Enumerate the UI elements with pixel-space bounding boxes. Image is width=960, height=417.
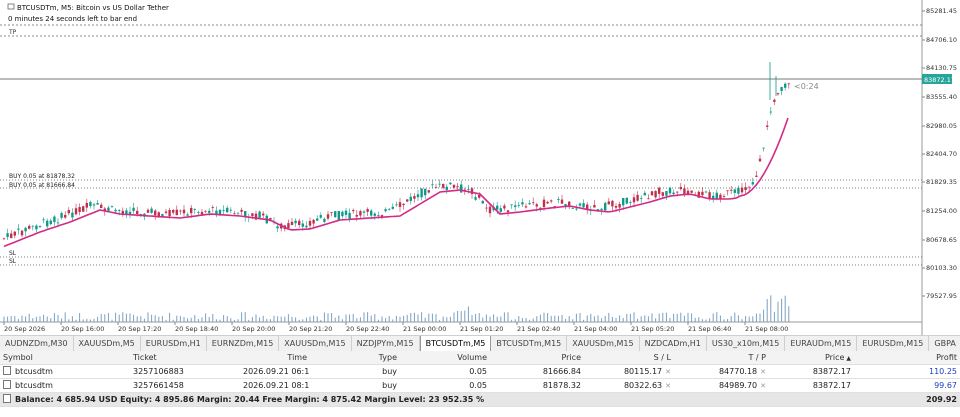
cell-type: buy — [382, 381, 397, 390]
y-tick-label: 82404.70 — [926, 150, 957, 158]
x-tick-label: 20 Sep 17:20 — [118, 325, 161, 333]
x-tick-label: 20 Sep 21:20 — [289, 325, 332, 333]
tab-btcusdtm-m15[interactable]: BTCUSDTm,M15 — [491, 336, 568, 351]
buy-line-1-label: BUY 0.05 at 81878.32 — [9, 173, 75, 180]
position-icon — [3, 380, 11, 389]
y-tick-label: 83555.40 — [926, 93, 957, 101]
tab-nzdcadm-h1[interactable]: NZDCADm,H1 — [640, 336, 707, 351]
bar-countdown: 0 minutes 24 seconds left to bar end — [8, 15, 137, 23]
tab-xauusdm-m15[interactable]: XAUUSDm,M15 — [567, 336, 640, 351]
cell-time: 2026.09.21 06:15:00 — [243, 367, 310, 376]
tab-audnzdm-m30[interactable]: AUDNZDm,M30 — [0, 336, 74, 351]
tab-btcusdtm-m5[interactable]: BTCUSDTm,M5 — [419, 336, 492, 351]
cell-sl: 80322.63 ✕ — [623, 381, 671, 390]
y-tick-label: 80103.30 — [926, 264, 957, 272]
y-tick-label: 82980.05 — [926, 122, 957, 130]
cell-volume: 0.05 — [469, 367, 487, 376]
tab-xauusdm-m15[interactable]: XAUUSDm,M15 — [279, 336, 352, 351]
col-symbol[interactable]: Symbol — [0, 351, 130, 364]
y-tick-label: 80678.65 — [926, 236, 957, 244]
cell-symbol: btcusdtm — [0, 365, 130, 378]
col-tp[interactable]: T / P — [674, 351, 769, 364]
tp-label: TP — [8, 29, 17, 36]
cell-cur-price: 83872.17 — [812, 367, 851, 376]
x-tick-label: 20 Sep 16:00 — [61, 325, 104, 333]
x-tick-label: 21 Sep 08:00 — [745, 325, 788, 333]
col-ticket[interactable]: Ticket — [130, 351, 240, 364]
tab-eurnzdm-m15[interactable]: EURNZDm,M15 — [207, 336, 280, 351]
cell-sl: 80115.17 ✕ — [623, 367, 671, 376]
remove-tp-icon[interactable]: ✕ — [760, 382, 766, 390]
y-tick-label: 81254.00 — [926, 207, 957, 215]
y-tick-label: 79527.95 — [926, 292, 957, 300]
cell-ticket: 3257661458 — [133, 381, 184, 390]
cell-profit: 110.25 — [929, 367, 957, 376]
positions-table: Symbol Ticket Time Type Volume Price S /… — [0, 351, 960, 417]
table-header: Symbol Ticket Time Type Volume Price S /… — [0, 351, 960, 365]
x-tick-label: 21 Sep 01:20 — [460, 325, 503, 333]
price-timer: <0:24 — [794, 82, 819, 91]
cell-ticket: 3257106883 — [133, 367, 184, 376]
tab-eurusdm-h1[interactable]: EURUSDm,H1 — [141, 336, 207, 351]
total-profit: 209.92 — [926, 395, 957, 404]
tab-nzdjpym-m15[interactable]: NZDJPYm,M15 — [352, 336, 420, 351]
y-tick-label: 84706.10 — [926, 36, 957, 44]
x-tick-label: 20 Sep 20:00 — [232, 325, 275, 333]
x-tick-label: 21 Sep 05:20 — [631, 325, 674, 333]
position-row[interactable]: btcusdtm3257661458 2026.09.21 08:15:00 buy… — [0, 379, 960, 393]
remove-tp-icon[interactable]: ✕ — [760, 368, 766, 376]
current-price-value: 83872.17 — [924, 76, 955, 84]
col-time[interactable]: Time — [240, 351, 310, 364]
x-tick-label: 21 Sep 00:00 — [403, 325, 446, 333]
sl-label-1: SL — [9, 250, 17, 257]
cell-profit: 99.67 — [934, 381, 957, 390]
y-tick-label: 85281.45 — [926, 7, 957, 15]
balance-icon — [3, 394, 11, 403]
buy-line-2-label: BUY 0.05 at 81666.84 — [9, 182, 75, 189]
cell-tp: 84989.70 ✕ — [718, 381, 766, 390]
col-current-price[interactable]: Price ▲ — [769, 351, 854, 364]
col-type[interactable]: Type — [310, 351, 400, 364]
tab-gbpa[interactable]: GBPA — [929, 336, 960, 351]
chart-tabs: AUDNZDm,M30 XAUUSDm,M5 EURUSDm,H1 EURNZDm,M… — [0, 335, 960, 352]
y-tick-label: 84130.75 — [926, 64, 957, 72]
position-row[interactable]: btcusdtm3257106883 2026.09.21 06:15:00 buy… — [0, 365, 960, 379]
tab-us30-x10m-m15[interactable]: US30_x10m,M15 — [707, 336, 786, 351]
balance-summary: Balance: 4 685.94 USD Equity: 4 895.86 M… — [15, 395, 485, 404]
tab-xauusdm-m5[interactable]: XAUUSDm,M5 — [74, 336, 141, 351]
sl-label-2: SL — [9, 258, 17, 265]
x-tick-label: 21 Sep 04:00 — [574, 325, 617, 333]
position-icon — [3, 366, 11, 375]
x-tick-label: 20 Sep 18:40 — [175, 325, 218, 333]
symbol-title: BTCUSDTm, M5: Bitcoin vs US Dollar Tethe… — [17, 4, 169, 12]
col-profit[interactable]: Profit — [854, 351, 960, 364]
cell-price: 81878.32 — [542, 381, 581, 390]
cell-cur-price: 83872.17 — [812, 381, 851, 390]
x-tick-label: 20 Sep 2026 — [4, 325, 45, 333]
col-price[interactable]: Price — [490, 351, 584, 364]
tab-euraudm-m15[interactable]: EURAUDm,M15 — [785, 336, 858, 351]
cell-tp: 84770.18 ✕ — [718, 367, 766, 376]
cell-price: 81666.84 — [542, 367, 581, 376]
remove-sl-icon[interactable]: ✕ — [665, 382, 671, 390]
x-tick-label: 21 Sep 02:40 — [517, 325, 560, 333]
cell-symbol: btcusdtm — [0, 379, 130, 392]
col-sl[interactable]: S / L — [584, 351, 674, 364]
x-tick-label: 21 Sep 06:40 — [688, 325, 731, 333]
price-chart[interactable]: BTCUSDTm, M5: Bitcoin vs US Dollar Tethe… — [0, 0, 960, 335]
tab-eurusdm-m15[interactable]: EURUSDm,M15 — [857, 336, 930, 351]
cell-type: buy — [382, 367, 397, 376]
x-tick-label: 20 Sep 22:40 — [346, 325, 389, 333]
remove-sl-icon[interactable]: ✕ — [665, 368, 671, 376]
balance-row: Balance: 4 685.94 USD Equity: 4 895.86 M… — [0, 393, 960, 407]
cell-time: 2026.09.21 08:15:00 — [243, 381, 310, 390]
y-tick-label: 81829.35 — [926, 178, 957, 186]
cell-volume: 0.05 — [469, 381, 487, 390]
col-volume[interactable]: Volume — [400, 351, 490, 364]
